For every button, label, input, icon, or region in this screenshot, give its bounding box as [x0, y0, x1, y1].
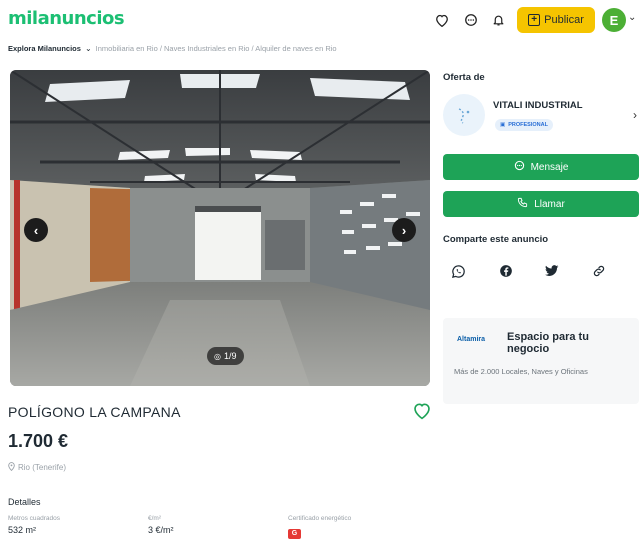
publish-button[interactable]: + Publicar — [517, 7, 595, 33]
next-photo-button[interactable]: › — [392, 218, 416, 242]
spec-value: 532 m² — [8, 525, 37, 535]
ad-headline: Espacio para tu negocio — [507, 331, 589, 355]
whatsapp-icon[interactable] — [449, 262, 467, 280]
altamira-logo: Altamira — [457, 336, 486, 343]
publish-label: Publicar — [544, 14, 584, 26]
ad-body: Más de 2.000 Locales, Naves y Oficinas — [454, 367, 588, 376]
link-icon[interactable] — [590, 262, 608, 280]
listing-price: 1.700 € — [8, 431, 69, 451]
message-label: Mensaje — [530, 161, 569, 173]
professional-badge: ▣ PROFESIONAL — [495, 119, 553, 131]
chevron-down-icon[interactable]: ⌄ — [628, 12, 636, 23]
call-label: Llamar — [534, 198, 565, 210]
spec-price-per-m2: €/m² 3 €/m² — [148, 515, 174, 535]
photo-counter: ◎ 1/9 — [207, 347, 244, 365]
breadcrumb-path[interactable]: Inmobiliaria en Rio / Naves Industriales… — [96, 44, 337, 53]
milanuncios-logo[interactable]: milanuncios — [8, 8, 125, 29]
offer-heading: Oferta de — [443, 72, 485, 83]
facebook-icon[interactable] — [497, 262, 515, 280]
chat-icon — [514, 160, 525, 174]
spec-energy-certificate: Certificado energético G — [288, 515, 351, 540]
advertisement-card[interactable]: Altamira Espacio para tu negocio Más de … — [443, 318, 639, 404]
listing-title: POLÍGONO LA CAMPANA — [8, 404, 181, 420]
briefcase-icon: ▣ — [500, 122, 506, 128]
chat-icon[interactable] — [461, 10, 481, 30]
professional-label: PROFESIONAL — [508, 122, 548, 128]
photo-counter-text: 1/9 — [223, 351, 237, 361]
seller-name[interactable]: VITALI INDUSTRIAL — [493, 100, 583, 111]
favorite-heart-icon[interactable] — [412, 402, 434, 422]
breadcrumb: Explora Milanuncios ⌄ Inmobiliaria en Ri… — [8, 44, 337, 53]
location-text: Rio (Tenerife) — [18, 463, 67, 472]
camera-icon: ◎ — [214, 351, 221, 361]
phone-icon — [517, 197, 528, 211]
message-button[interactable]: Mensaje — [443, 154, 639, 180]
spec-label: €/m² — [148, 515, 161, 522]
user-avatar[interactable]: E — [602, 8, 626, 32]
seller-card[interactable]: VITALI INDUSTRIAL ▣ PROFESIONAL › — [443, 92, 639, 140]
notifications-bell-icon[interactable] — [488, 10, 508, 30]
chevron-right-icon[interactable]: › — [633, 108, 637, 122]
warehouse-photo — [10, 70, 430, 386]
favorites-heart-icon[interactable] — [432, 10, 452, 30]
photo-gallery[interactable]: ‹ › ◎ 1/9 — [10, 70, 430, 386]
share-heading: Comparte este anuncio — [443, 234, 549, 245]
explore-menu[interactable]: Explora Milanuncios — [8, 44, 81, 53]
twitter-icon[interactable] — [543, 262, 561, 280]
spec-label: Certificado energético — [288, 515, 352, 522]
plus-icon: + — [528, 14, 541, 26]
spec-label: Metros cuadrados — [8, 515, 61, 522]
spec-value: 3 €/m² — [148, 525, 174, 535]
top-header: milanuncios + Publicar E ⌄ — [0, 0, 639, 40]
chevron-down-icon[interactable]: ⌄ — [85, 44, 92, 53]
previous-photo-button[interactable]: ‹ — [24, 218, 48, 242]
details-heading: Detalles — [8, 497, 41, 507]
energy-rating-badge: G — [288, 529, 301, 539]
call-button[interactable]: Llamar — [443, 191, 639, 217]
seller-logo — [443, 94, 485, 136]
listing-location: Rio (Tenerife) — [8, 462, 66, 473]
spec-square-meters: Metros cuadrados 532 m² — [8, 515, 60, 535]
location-pin-icon — [8, 462, 15, 473]
